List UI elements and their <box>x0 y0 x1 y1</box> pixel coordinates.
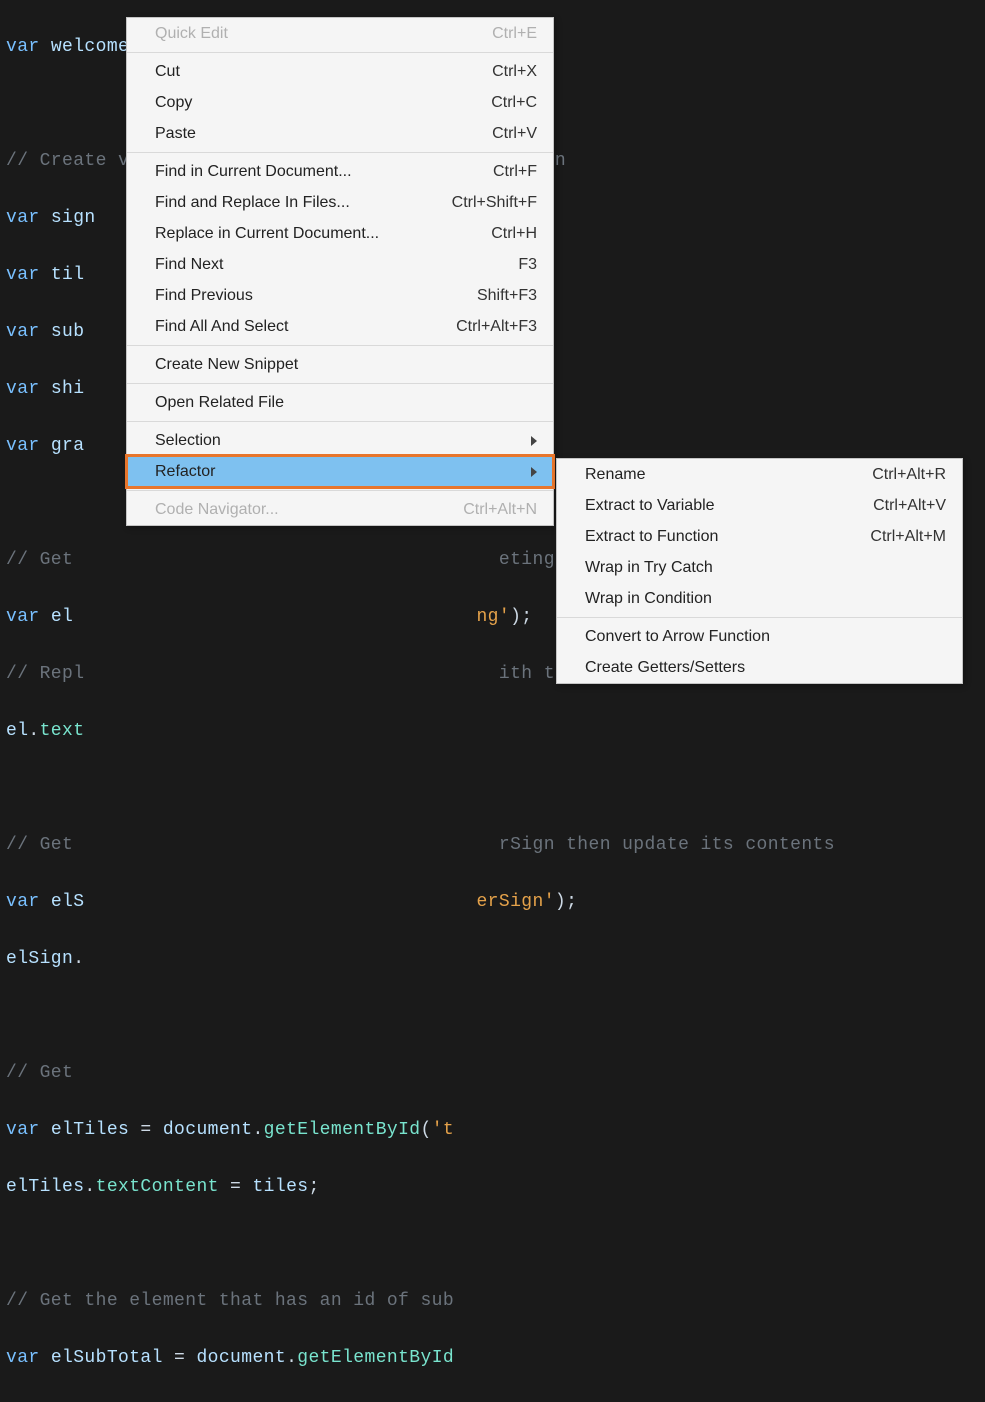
menu-item-shortcut: Ctrl+Alt+N <box>417 501 537 519</box>
menu-item-paste[interactable]: PasteCtrl+V <box>127 118 553 149</box>
menu-item-label: Quick Edit <box>155 25 417 43</box>
menu-item-label: Open Related File <box>155 394 537 412</box>
menu-item-rename[interactable]: RenameCtrl+Alt+R <box>557 459 962 490</box>
menu-item-shortcut: Ctrl+Alt+R <box>826 466 946 484</box>
menu-separator <box>127 490 553 491</box>
menu-item-label: Cut <box>155 63 417 81</box>
menu-item-extract-to-variable[interactable]: Extract to VariableCtrl+Alt+V <box>557 490 962 521</box>
code-line: el.text <box>6 717 985 746</box>
menu-separator <box>127 152 553 153</box>
menu-item-label: Find All And Select <box>155 318 417 336</box>
menu-item-selection[interactable]: Selection <box>127 425 553 456</box>
menu-item-label: Rename <box>585 466 826 484</box>
menu-item-label: Selection <box>155 432 531 450</box>
code-line: // Get xxxxxxxxxxxxxxxxxxxxxxxxxxxxxxxxx… <box>6 831 985 860</box>
menu-item-label: Find and Replace In Files... <box>155 194 417 212</box>
menu-item-label: Extract to Function <box>585 528 826 546</box>
menu-separator <box>127 345 553 346</box>
code-line: elSubTotal.textContent = '$' + subTotal; <box>6 1401 985 1402</box>
code-line: var elSxxxxxxxxxxxxxxxxxxxxxxxxxxxxxxxxx… <box>6 888 985 917</box>
menu-item-shortcut: Ctrl+V <box>417 125 537 143</box>
code-line: // Get the element that has an id of sub <box>6 1287 985 1316</box>
menu-item-find-next[interactable]: Find NextF3 <box>127 249 553 280</box>
menu-item-label: Find Next <box>155 256 417 274</box>
menu-item-find-and-replace-in-files[interactable]: Find and Replace In Files...Ctrl+Shift+F <box>127 187 553 218</box>
menu-item-label: Convert to Arrow Function <box>585 628 946 646</box>
menu-item-open-related-file[interactable]: Open Related File <box>127 387 553 418</box>
menu-item-replace-in-current-document[interactable]: Replace in Current Document...Ctrl+H <box>127 218 553 249</box>
menu-item-create-getters-setters[interactable]: Create Getters/Setters <box>557 652 962 683</box>
menu-item-shortcut: Ctrl+E <box>417 25 537 43</box>
menu-item-refactor[interactable]: Refactor <box>127 456 553 487</box>
menu-item-extract-to-function[interactable]: Extract to FunctionCtrl+Alt+M <box>557 521 962 552</box>
submenu-arrow-icon <box>531 467 537 477</box>
menu-item-wrap-in-condition[interactable]: Wrap in Condition <box>557 583 962 614</box>
menu-item-shortcut: Ctrl+F <box>417 163 537 181</box>
menu-item-label: Copy <box>155 94 417 112</box>
menu-item-shortcut: Ctrl+C <box>417 94 537 112</box>
menu-item-shortcut: Ctrl+Alt+V <box>826 497 946 515</box>
menu-item-find-previous[interactable]: Find PreviousShift+F3 <box>127 280 553 311</box>
menu-item-cut[interactable]: CutCtrl+X <box>127 56 553 87</box>
menu-item-shortcut: Ctrl+Alt+M <box>826 528 946 546</box>
menu-item-find-in-current-document[interactable]: Find in Current Document...Ctrl+F <box>127 156 553 187</box>
menu-item-shortcut: Ctrl+Alt+F3 <box>417 318 537 336</box>
menu-item-create-new-snippet[interactable]: Create New Snippet <box>127 349 553 380</box>
menu-separator <box>127 52 553 53</box>
code-line: elSign. <box>6 945 985 974</box>
menu-item-label: Code Navigator... <box>155 501 417 519</box>
menu-item-shortcut: Ctrl+H <box>417 225 537 243</box>
menu-item-copy[interactable]: CopyCtrl+C <box>127 87 553 118</box>
menu-separator <box>127 421 553 422</box>
code-line <box>6 1230 985 1259</box>
menu-item-label: Create Getters/Setters <box>585 659 946 677</box>
menu-item-label: Wrap in Condition <box>585 590 946 608</box>
submenu-arrow-icon <box>531 436 537 446</box>
menu-item-label: Extract to Variable <box>585 497 826 515</box>
menu-item-label: Paste <box>155 125 417 143</box>
menu-item-label: Wrap in Try Catch <box>585 559 946 577</box>
code-line: // Get <box>6 1059 985 1088</box>
menu-item-quick-edit: Quick EditCtrl+E <box>127 18 553 49</box>
menu-separator <box>127 383 553 384</box>
refactor-submenu: RenameCtrl+Alt+RExtract to VariableCtrl+… <box>556 458 963 684</box>
menu-item-label: Replace in Current Document... <box>155 225 417 243</box>
menu-item-convert-to-arrow-function[interactable]: Convert to Arrow Function <box>557 621 962 652</box>
menu-item-label: Find in Current Document... <box>155 163 417 181</box>
menu-item-shortcut: Ctrl+X <box>417 63 537 81</box>
menu-item-shortcut: Ctrl+Shift+F <box>417 194 537 212</box>
menu-item-code-navigator: Code Navigator...Ctrl+Alt+N <box>127 494 553 525</box>
menu-item-label: Refactor <box>155 463 531 481</box>
menu-separator <box>557 617 962 618</box>
menu-item-shortcut: Shift+F3 <box>417 287 537 305</box>
code-line <box>6 1002 985 1031</box>
code-line: var elTiles = document.getElementById('t <box>6 1116 985 1145</box>
menu-item-label: Create New Snippet <box>155 356 537 374</box>
code-line: elTiles.textContent = tiles; <box>6 1173 985 1202</box>
menu-item-shortcut: F3 <box>417 256 537 274</box>
code-line: var elSubTotal = document.getElementById <box>6 1344 985 1373</box>
context-menu: Quick EditCtrl+ECutCtrl+XCopyCtrl+CPaste… <box>126 17 554 526</box>
menu-item-find-all-and-select[interactable]: Find All And SelectCtrl+Alt+F3 <box>127 311 553 342</box>
code-line <box>6 774 985 803</box>
menu-item-wrap-in-try-catch[interactable]: Wrap in Try Catch <box>557 552 962 583</box>
menu-item-label: Find Previous <box>155 287 417 305</box>
